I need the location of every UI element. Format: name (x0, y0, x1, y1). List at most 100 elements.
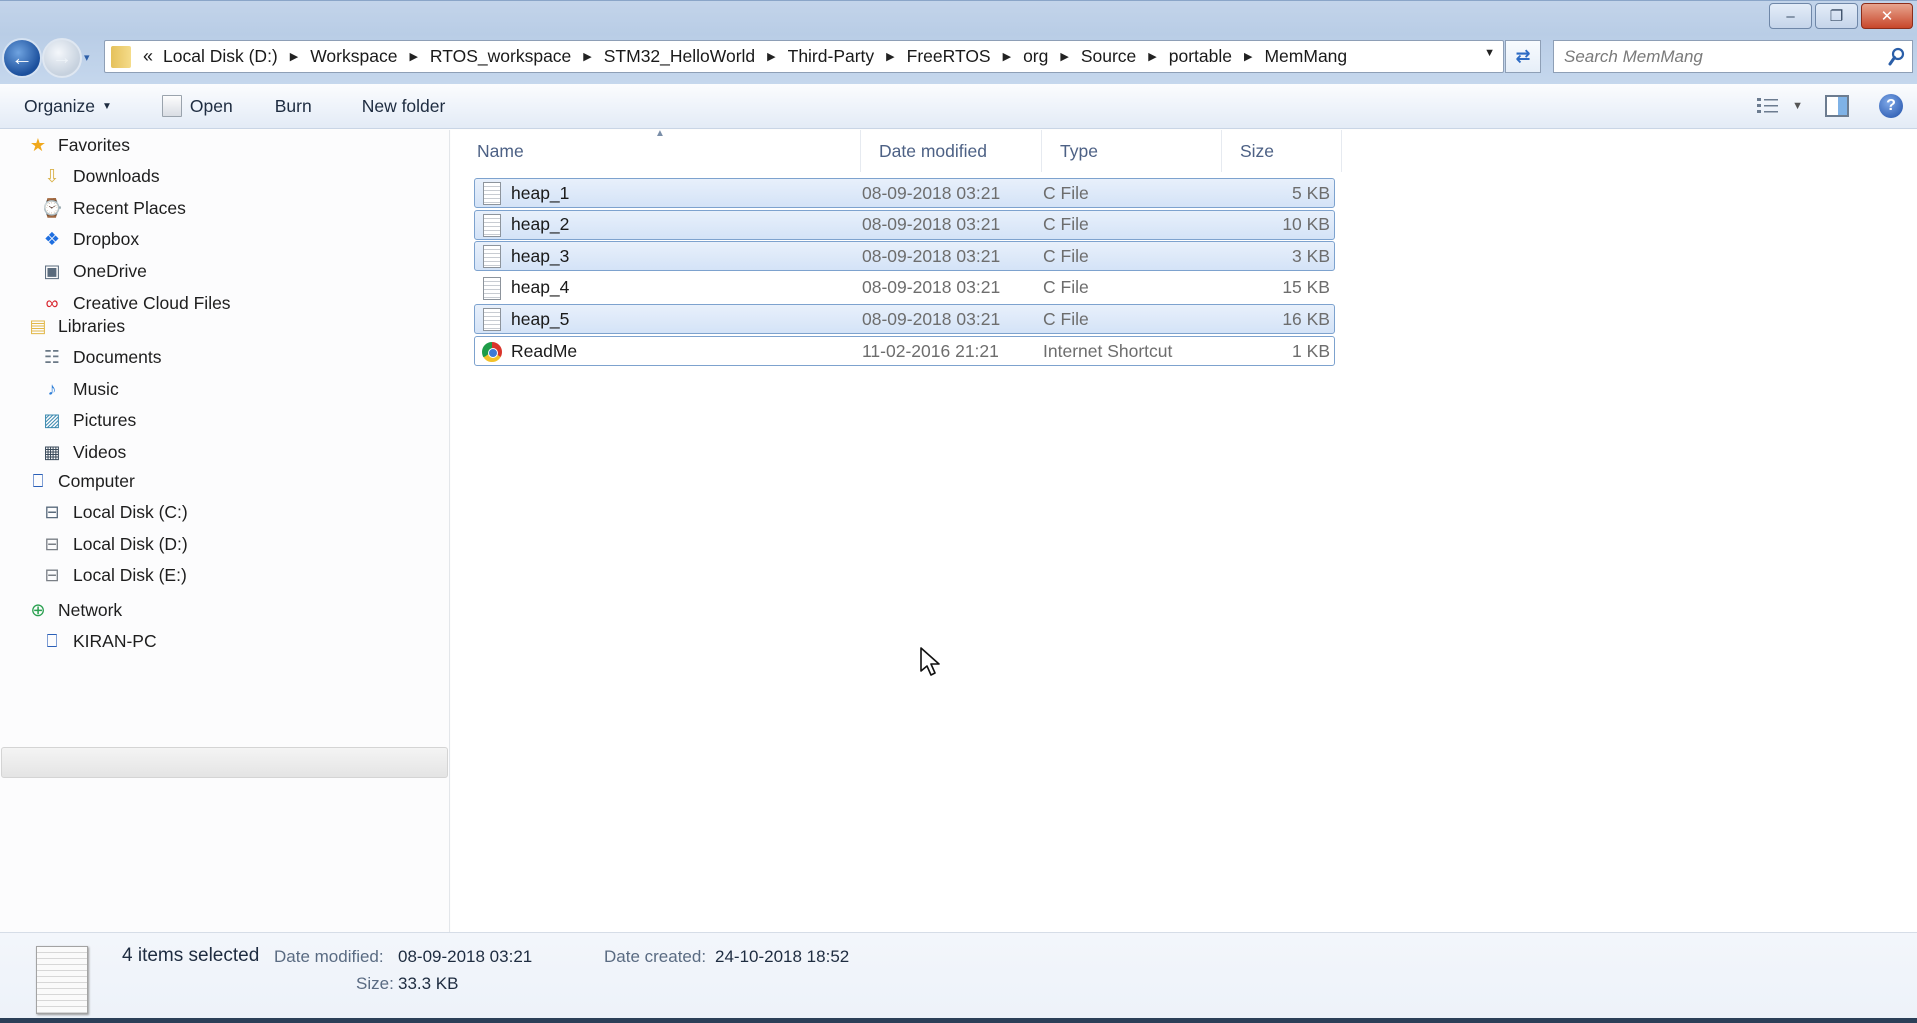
breadcrumb-separator-icon[interactable]: ▶ (1148, 50, 1156, 63)
date-modified-label: Date modified: (274, 947, 384, 966)
column-header-type[interactable]: Type (1042, 130, 1222, 172)
search-box (1553, 40, 1913, 73)
column-header-date-modified[interactable]: Date modified (861, 130, 1042, 172)
file-row[interactable]: heap_4 08-09-2018 03:21 C File 15 KB (474, 273, 1335, 303)
sidebar-item-documents[interactable]: ☷ Documents (40, 343, 162, 373)
command-bar-right: ▼ ? (1756, 84, 1917, 128)
file-type: C File (1043, 277, 1089, 298)
sidebar-item-videos[interactable]: ▦ Videos (40, 437, 126, 467)
breadcrumb-separator-icon[interactable]: ▶ (1060, 50, 1068, 63)
burn-button[interactable]: Burn (267, 84, 320, 128)
sidebar-item-onedrive[interactable]: ▣ OneDrive (40, 256, 146, 286)
recent-places-icon: ⌚ (40, 197, 64, 218)
sidebar-item-label: Dropbox (73, 229, 140, 250)
address-history-dropdown[interactable]: ▼ (1484, 47, 1495, 59)
file-type: C File (1043, 245, 1089, 266)
sidebar-item-label: Local Disk (D:) (73, 533, 188, 554)
file-row[interactable]: heap_5 08-09-2018 03:21 C File 16 KB (474, 304, 1335, 335)
open-button[interactable]: Open (154, 84, 241, 128)
breadcrumb-item[interactable]: portable (1169, 46, 1232, 67)
sidebar-item-label: Local Disk (C:) (73, 502, 188, 523)
recent-pages-dropdown[interactable]: ▾ (84, 51, 90, 64)
sidebar-group-favorites[interactable]: ★ Favorites (26, 130, 130, 160)
breadcrumb-overflow-button[interactable]: « (143, 46, 153, 67)
breadcrumb-item[interactable]: FreeRTOS (907, 46, 991, 67)
window-controls: – ❐ ✕ (1769, 3, 1913, 29)
close-button[interactable]: ✕ (1861, 3, 1913, 29)
file-size: 1 KB (1292, 340, 1330, 361)
sidebar-group-label: Network (58, 599, 123, 620)
breadcrumb-item[interactable]: Local Disk (D:) (163, 46, 278, 67)
refresh-button[interactable]: ⇄ (1505, 40, 1541, 73)
change-view-button[interactable]: ▼ (1756, 96, 1803, 116)
view-options-dropdown[interactable]: ▼ (1792, 100, 1803, 112)
breadcrumb-item[interactable]: MemMang (1264, 46, 1347, 67)
sidebar-item-local-disk-d[interactable]: ⊟ Local Disk (D:) (40, 529, 188, 559)
sidebar-item-local-disk-c[interactable]: ⊟ Local Disk (C:) (40, 498, 188, 528)
sidebar-item-dropbox[interactable]: ❖ Dropbox (40, 225, 139, 255)
sidebar-item-local-disk-e[interactable]: ⊟ Local Disk (E:) (40, 561, 187, 591)
file-size: 5 KB (1292, 182, 1330, 203)
navigation-pane: ★ Favorites ⇩ Downloads ⌚ Recent Places ❖ Dropb… (0, 130, 450, 932)
sidebar-item-label: Local Disk (E:) (73, 565, 187, 586)
system-drive-icon: ⊟ (44, 502, 60, 523)
sidebar-item-pictures[interactable]: ▨ Pictures (40, 406, 136, 436)
file-size: 3 KB (1292, 245, 1330, 266)
breadcrumb-item[interactable]: Workspace (310, 46, 397, 67)
breadcrumb-item[interactable]: Source (1081, 46, 1136, 67)
search-icon[interactable] (1882, 47, 1912, 67)
file-date-modified: 08-09-2018 03:21 (862, 245, 1001, 266)
column-header-name[interactable]: Name ▲ (451, 128, 861, 172)
nav-selection-highlight (1, 747, 448, 778)
mouse-cursor-icon (920, 647, 940, 676)
breadcrumb-separator-icon[interactable]: ▶ (767, 50, 775, 63)
file-type: Internet Shortcut (1043, 340, 1173, 361)
forward-button[interactable]: → (42, 38, 82, 78)
help-button[interactable]: ? (1879, 94, 1903, 118)
sidebar-item-label: Pictures (73, 410, 137, 431)
restore-button[interactable]: ❐ (1815, 3, 1858, 29)
minimize-button[interactable]: – (1769, 3, 1812, 29)
file-type: C File (1043, 214, 1089, 235)
file-row[interactable]: ReadMe 11-02-2016 21:21 Internet Shortcut 1… (474, 336, 1335, 366)
breadcrumb-item[interactable]: STM32_HelloWorld (604, 46, 755, 67)
new-folder-button[interactable]: New folder (354, 84, 454, 128)
sidebar-group-libraries[interactable]: ▤ Libraries (26, 311, 125, 341)
organize-button[interactable]: Organize ▼ (16, 84, 120, 128)
sidebar-item-kiran-pc[interactable]: ⎕ KIRAN-PC (40, 627, 157, 657)
sidebar-item-music[interactable]: ♪ Music (40, 374, 119, 404)
c-file-icon (483, 245, 501, 269)
breadcrumb-separator-icon[interactable]: ▶ (1003, 50, 1011, 63)
breadcrumb-item[interactable]: Third-Party (788, 46, 875, 67)
drive-icon: ⊟ (44, 565, 60, 586)
breadcrumb-separator-icon[interactable]: ▶ (886, 50, 894, 63)
date-modified-value: 08-09-2018 03:21 (398, 947, 533, 966)
breadcrumb-separator-icon[interactable]: ▶ (1244, 50, 1252, 63)
breadcrumb: « Local Disk (D:) ▶ Workspace ▶ RTOS_workspa… (139, 46, 1347, 67)
network-icon: ⊕ (30, 599, 46, 620)
sidebar-item-label: Recent Places (73, 197, 186, 218)
file-row[interactable]: heap_3 08-09-2018 03:21 C File 3 KB (474, 241, 1335, 272)
sidebar-item-recent-places[interactable]: ⌚ Recent Places (40, 193, 186, 223)
breadcrumb-separator-icon[interactable]: ▶ (583, 50, 591, 63)
sidebar-group-label: Favorites (58, 134, 130, 155)
breadcrumb-separator-icon[interactable]: ▶ (290, 50, 298, 63)
details-view-icon (1757, 98, 1779, 113)
preview-pane-button[interactable] (1825, 95, 1849, 117)
address-bar[interactable]: « Local Disk (D:) ▶ Workspace ▶ RTOS_workspa… (104, 40, 1504, 73)
sidebar-item-downloads[interactable]: ⇩ Downloads (40, 162, 159, 192)
file-name: heap_1 (511, 182, 570, 203)
file-row[interactable]: heap_1 08-09-2018 03:21 C File 5 KB (474, 178, 1335, 208)
sidebar-group-network[interactable]: ⊕ Network (26, 595, 122, 625)
column-header-size[interactable]: Size (1222, 130, 1342, 172)
breadcrumb-separator-icon[interactable]: ▶ (409, 50, 417, 63)
sidebar-group-computer[interactable]: ⎕ Computer (26, 466, 135, 496)
folder-icon (111, 45, 131, 68)
file-row[interactable]: heap_2 08-09-2018 03:21 C File 10 KB (474, 209, 1335, 240)
videos-icon: ▦ (43, 441, 61, 462)
music-icon: ♪ (47, 378, 57, 399)
breadcrumb-item[interactable]: RTOS_workspace (430, 46, 571, 67)
search-input[interactable] (1554, 41, 1882, 72)
back-button[interactable]: ← (2, 38, 42, 78)
breadcrumb-item[interactable]: org (1023, 46, 1048, 67)
